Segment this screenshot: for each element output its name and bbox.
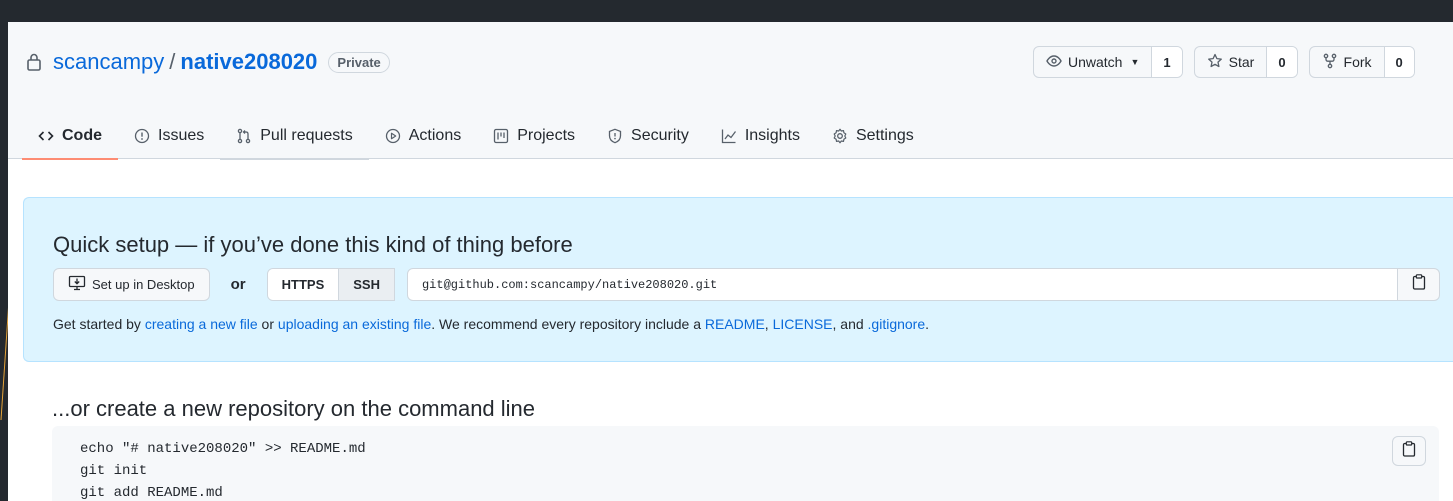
repo-name-link[interactable]: native208020 — [180, 49, 317, 75]
command-line-title: ...or create a new repository on the com… — [52, 396, 536, 421]
protocol-toggle: HTTPS SSH — [266, 268, 395, 301]
tab-code[interactable]: Code — [22, 112, 118, 160]
code-line: git init — [80, 463, 148, 479]
quick-setup-panel: Quick setup — if you’ve done this kind o… — [23, 197, 1453, 362]
tab-issues[interactable]: Issues — [118, 112, 220, 159]
shield-icon — [607, 128, 623, 144]
unwatch-label: Unwatch — [1068, 54, 1123, 70]
lock-icon — [26, 52, 44, 72]
https-button[interactable]: HTTPS — [267, 269, 339, 300]
watch-button-group: Unwatch ▼ 1 — [1033, 46, 1183, 78]
license-link[interactable]: LICENSE — [773, 316, 833, 332]
help-text: , — [764, 316, 773, 332]
tab-settings[interactable]: Settings — [816, 112, 930, 159]
star-icon — [1207, 53, 1223, 72]
chevron-down-icon: ▼ — [1130, 57, 1140, 67]
help-text: , and — [832, 316, 868, 332]
fork-button[interactable]: Fork — [1310, 47, 1385, 77]
project-icon — [493, 128, 509, 144]
help-text: . — [925, 316, 930, 332]
pull-request-icon — [236, 128, 252, 144]
tab-label: Code — [62, 126, 102, 144]
readme-link[interactable]: README — [705, 316, 765, 332]
quick-setup-title: Quick setup — if you’ve done this kind o… — [53, 232, 573, 257]
code-line: echo "# native208020" >> README.md — [80, 441, 366, 457]
tab-label: Settings — [855, 126, 914, 144]
help-text: . We recommend every repository include … — [431, 316, 705, 332]
setup-in-desktop-button[interactable]: Set up in Desktop — [53, 268, 210, 301]
tab-label: Security — [631, 126, 689, 144]
tab-insights[interactable]: Insights — [705, 112, 816, 159]
tab-label: Issues — [158, 126, 205, 144]
help-text: Get started by — [53, 316, 145, 332]
fork-button-group: Fork 0 — [1308, 46, 1415, 78]
clone-url-input[interactable]: git@github.com:scancampy/native208020.gi… — [406, 268, 1398, 301]
gear-icon — [832, 128, 848, 144]
issue-icon — [134, 128, 150, 144]
clipboard-icon — [1402, 440, 1416, 462]
code-lines: echo "# native208020" >> README.md git in… — [80, 438, 366, 501]
copy-url-button[interactable] — [1398, 268, 1440, 301]
create-new-file-link[interactable]: creating a new file — [145, 316, 258, 332]
play-icon — [385, 128, 401, 144]
gitignore-link[interactable]: .gitignore — [868, 316, 926, 332]
star-count[interactable]: 0 — [1267, 47, 1297, 77]
tab-label: Insights — [744, 126, 800, 144]
tab-security[interactable]: Security — [591, 112, 705, 159]
quick-setup-help: Get started by creating a new file or up… — [53, 316, 929, 332]
repo-header: scancampy / native208020 Private Unwatch… — [8, 22, 1453, 160]
fork-label: Fork — [1343, 54, 1372, 70]
command-line-code-block: echo "# native208020" >> README.md git in… — [52, 426, 1439, 501]
tab-projects[interactable]: Projects — [477, 112, 591, 159]
code-icon — [38, 128, 54, 144]
watch-count[interactable]: 1 — [1152, 47, 1182, 77]
star-button-group: Star 0 — [1193, 46, 1298, 78]
clone-row: Set up in Desktop or HTTPS SSH git@githu… — [53, 268, 1440, 301]
setup-in-desktop-label: Set up in Desktop — [92, 277, 195, 292]
copy-commands-button[interactable] — [1392, 436, 1426, 466]
clipboard-icon — [1412, 274, 1426, 295]
eye-icon — [1046, 53, 1062, 72]
ssh-button[interactable]: SSH — [338, 269, 394, 300]
tab-actions[interactable]: Actions — [369, 112, 477, 159]
star-button[interactable]: Star — [1195, 47, 1268, 77]
repo-separator: / — [169, 49, 176, 74]
code-line: git add README.md — [80, 485, 223, 501]
tab-label: Actions — [408, 126, 462, 144]
repo-actions: Unwatch ▼ 1 Star 0 Fork 0 — [1033, 46, 1415, 78]
repo-page: scancampy / native208020 Private Unwatch… — [8, 22, 1453, 501]
visibility-badge: Private — [328, 51, 390, 73]
upload-existing-file-link[interactable]: uploading an existing file — [278, 316, 431, 332]
fork-count[interactable]: 0 — [1384, 47, 1414, 77]
unwatch-button[interactable]: Unwatch ▼ — [1034, 47, 1153, 77]
star-label: Star — [1228, 54, 1255, 70]
repo-tabs: Code Issues Pull requests Actions Projec… — [22, 112, 930, 160]
tab-label: Pull requests — [260, 126, 353, 144]
tab-pull-requests[interactable]: Pull requests — [220, 112, 369, 160]
repo-owner-link[interactable]: scancampy — [53, 49, 164, 75]
or-label: or — [230, 276, 246, 293]
desktop-download-icon — [68, 275, 86, 294]
fork-icon — [1322, 53, 1338, 72]
tab-label: Projects — [517, 126, 576, 144]
help-text: or — [257, 316, 278, 332]
graph-icon — [721, 128, 737, 144]
repo-title: scancampy / native208020 Private — [26, 49, 390, 75]
